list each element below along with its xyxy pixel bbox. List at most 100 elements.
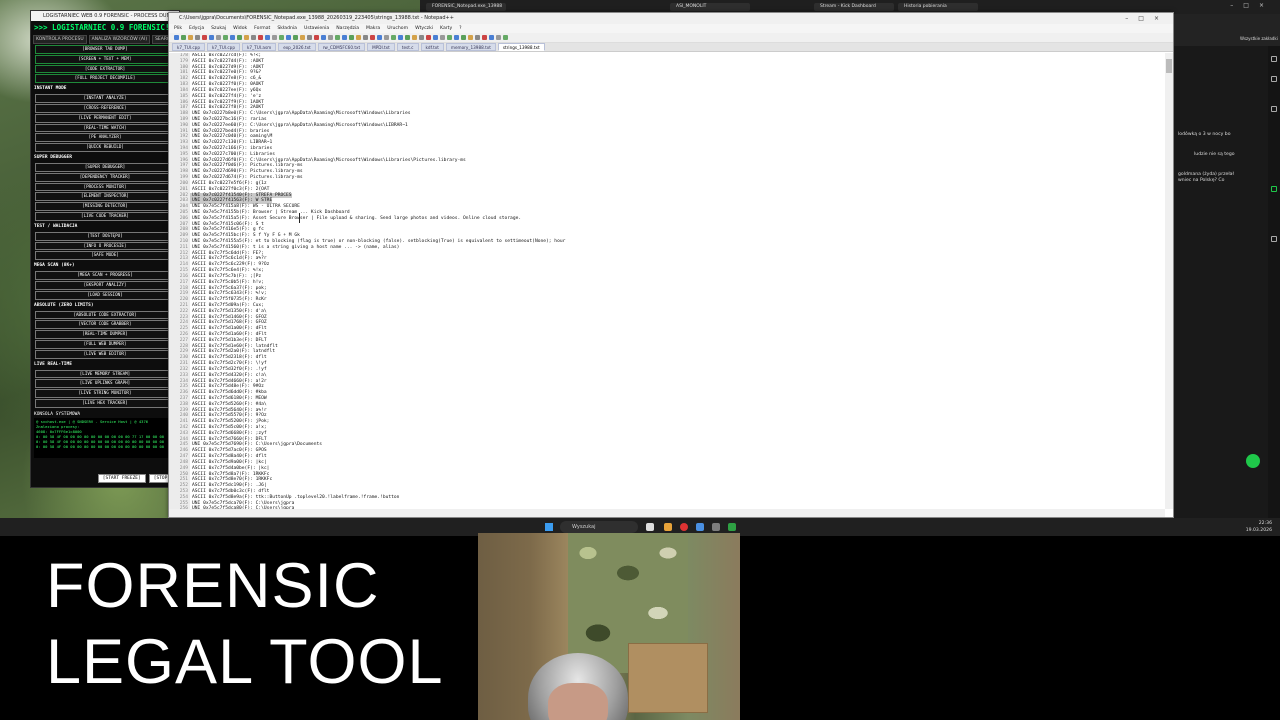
toolbar-icon[interactable] [454, 35, 459, 40]
chat-icon[interactable] [1271, 186, 1277, 192]
forensic-action-button[interactable]: [CROSS-REFERENCE] [35, 103, 175, 113]
file-tab[interactable]: test.c [396, 43, 419, 51]
toolbar-icon[interactable] [475, 35, 480, 40]
notepad-icon[interactable] [728, 523, 736, 531]
browser-tab[interactable]: Historia pobierania [898, 3, 978, 11]
toolbar-icon[interactable] [188, 35, 193, 40]
toolbar-icon[interactable] [461, 35, 466, 40]
start-freeze-button[interactable]: [START FREEZE] [97, 474, 146, 483]
menu-item[interactable]: ? [459, 24, 461, 33]
toolbar-icon[interactable] [335, 35, 340, 40]
toolbar-icon[interactable] [321, 35, 326, 40]
menu-item[interactable]: Ustawienia [304, 24, 329, 33]
heart-icon[interactable] [1271, 56, 1277, 62]
window-controls[interactable]: –□× [1125, 13, 1169, 24]
menu-item[interactable]: Uruchom [387, 24, 408, 33]
vertical-scrollbar[interactable] [1165, 53, 1173, 509]
menu-item[interactable]: Format [254, 24, 270, 33]
toolbar-icon[interactable] [300, 35, 305, 40]
toolbar-icon[interactable] [314, 35, 319, 40]
forensic-action-button[interactable]: [SCREEN + TEXT + MEM] [35, 54, 175, 64]
toolbar-icon[interactable] [195, 35, 200, 40]
toolbar-icon[interactable] [174, 35, 179, 40]
text-editor[interactable]: 178 ASCII 0x7c0227cd(F): %!<; 179 ASCII 0x7… [169, 53, 1165, 509]
file-tab[interactable]: memory_13988.txt [445, 43, 496, 51]
file-tab[interactable]: rw_CDM5FC60.txt [317, 43, 366, 51]
scrollbar-thumb[interactable] [1166, 59, 1172, 73]
forensic-action-button[interactable]: [LIVE HEX TRACKER] [35, 398, 175, 408]
toolbar-icon[interactable] [482, 35, 487, 40]
forensic-action-button[interactable]: [LIVE WEB EDITOR] [35, 349, 175, 359]
menu-item[interactable]: Wtyczki [415, 24, 433, 33]
menu-item[interactable]: Makra [366, 24, 380, 33]
menu-item[interactable]: Widok [233, 24, 247, 33]
toolbar-icon[interactable] [230, 35, 235, 40]
forensic-action-button[interactable]: [REAL-TIME WATCH] [35, 123, 175, 133]
toolbar-icon[interactable] [181, 35, 186, 40]
forensic-action-button[interactable]: [LIVE PERMANENT EDIT] [35, 113, 175, 123]
app-icon[interactable] [712, 523, 720, 531]
forensic-action-button[interactable]: [TEST DOSTĘPU] [35, 231, 175, 241]
forensic-action-button[interactable]: [PE ANALYZER] [35, 133, 175, 143]
forensic-action-button[interactable]: [DEPENDENCY TRACKER] [35, 172, 175, 182]
toolbar-icon[interactable] [272, 35, 277, 40]
toolbar-icon[interactable] [342, 35, 347, 40]
toolbar-icon[interactable] [293, 35, 298, 40]
browser-tab[interactable]: FORENSIC_Notepad.exe_13988 [426, 3, 506, 11]
file-tab[interactable]: MPDI.txt [367, 43, 395, 51]
toolbar-icon[interactable] [503, 35, 508, 40]
forensic-action-button[interactable]: [LIVE STRING MONITOR] [35, 389, 175, 398]
forensic-action-button[interactable]: [REAL-TIME DUMPER] [35, 330, 175, 339]
forensic-action-button[interactable]: [BROWSER TAB DUMP] [35, 45, 175, 54]
toolbar-icon[interactable] [216, 35, 221, 40]
toolbar-icon[interactable] [328, 35, 333, 40]
chrome-icon[interactable] [680, 523, 688, 531]
forensic-action-button[interactable]: [QUICK REBUILD] [35, 143, 175, 152]
forensic-action-button[interactable]: [INFO O PROCESIE] [35, 241, 175, 251]
toolbar-icon[interactable] [398, 35, 403, 40]
menu-item[interactable]: Karty [440, 24, 452, 33]
folder-icon[interactable] [664, 523, 672, 531]
toolbar-icon[interactable] [468, 35, 473, 40]
toolbar-icon[interactable] [384, 35, 389, 40]
toolbar-icon[interactable] [419, 35, 424, 40]
forensic-action-button[interactable]: [LIVE UPLINKS GRAPH] [35, 379, 175, 389]
toolbar-icon[interactable] [237, 35, 242, 40]
menu-item[interactable]: Edycja [189, 24, 204, 33]
forensic-action-button[interactable]: [MEGA SCAN + PROGRESS] [35, 271, 175, 280]
forensic-action-button[interactable]: [INSTANT ANALYZE] [35, 94, 175, 103]
toolbar-icon[interactable] [370, 35, 375, 40]
forensic-action-button[interactable]: [CODE EXTRACTOR] [35, 64, 175, 74]
forensic-action-button[interactable]: [SAFE MODE] [35, 251, 175, 261]
toolbar-icon[interactable] [447, 35, 452, 40]
forensic-action-button[interactable]: [VECTOR CODE GRABBER] [35, 320, 175, 330]
forensic-action-button[interactable]: [FULL PROJECT DECOMPILE] [35, 74, 175, 84]
file-tab[interactable]: k7_TUI.cpp [172, 43, 205, 51]
toolbar-icon[interactable] [489, 35, 494, 40]
forensic-action-button[interactable]: [FULL WEB DUMPER] [35, 339, 175, 349]
file-tab[interactable]: k7_TUI.asm [242, 43, 277, 51]
toolbar-icon[interactable] [349, 35, 354, 40]
toolbar-icon[interactable] [496, 35, 501, 40]
toolbar-icon[interactable] [363, 35, 368, 40]
toolbar-icon[interactable] [356, 35, 361, 40]
toolbar-icon[interactable] [209, 35, 214, 40]
menu-item[interactable]: Szukaj [211, 24, 226, 33]
file-tab[interactable]: exp_2026.txt [278, 43, 316, 51]
forensic-action-button[interactable]: [ABSOLUTE CODE EXTRACTOR] [35, 310, 175, 320]
toolbar-icon[interactable] [244, 35, 249, 40]
forensic-action-button[interactable]: [LIVE MEMORY STREAM] [35, 369, 175, 379]
file-explorer-icon[interactable] [646, 523, 654, 531]
start-icon[interactable] [545, 523, 553, 531]
menu-item[interactable]: Składnia [277, 24, 297, 33]
forensic-action-button[interactable]: [MISSING DETECTOR] [35, 202, 175, 211]
menu-icon[interactable] [1271, 236, 1277, 242]
forensic-action-button[interactable]: [PROCESS MONITOR] [35, 182, 175, 192]
taskbar-clock[interactable]: 22:36 19.03.2026 [1246, 520, 1272, 534]
browser-tab[interactable]: ASI_MONOLIT [670, 3, 750, 11]
toolbar-icon[interactable] [265, 35, 270, 40]
edit-icon[interactable] [1271, 76, 1277, 82]
chat-send-icon[interactable] [1246, 454, 1260, 468]
menu-item[interactable]: Plik [174, 24, 182, 33]
toolbar-icon[interactable] [412, 35, 417, 40]
